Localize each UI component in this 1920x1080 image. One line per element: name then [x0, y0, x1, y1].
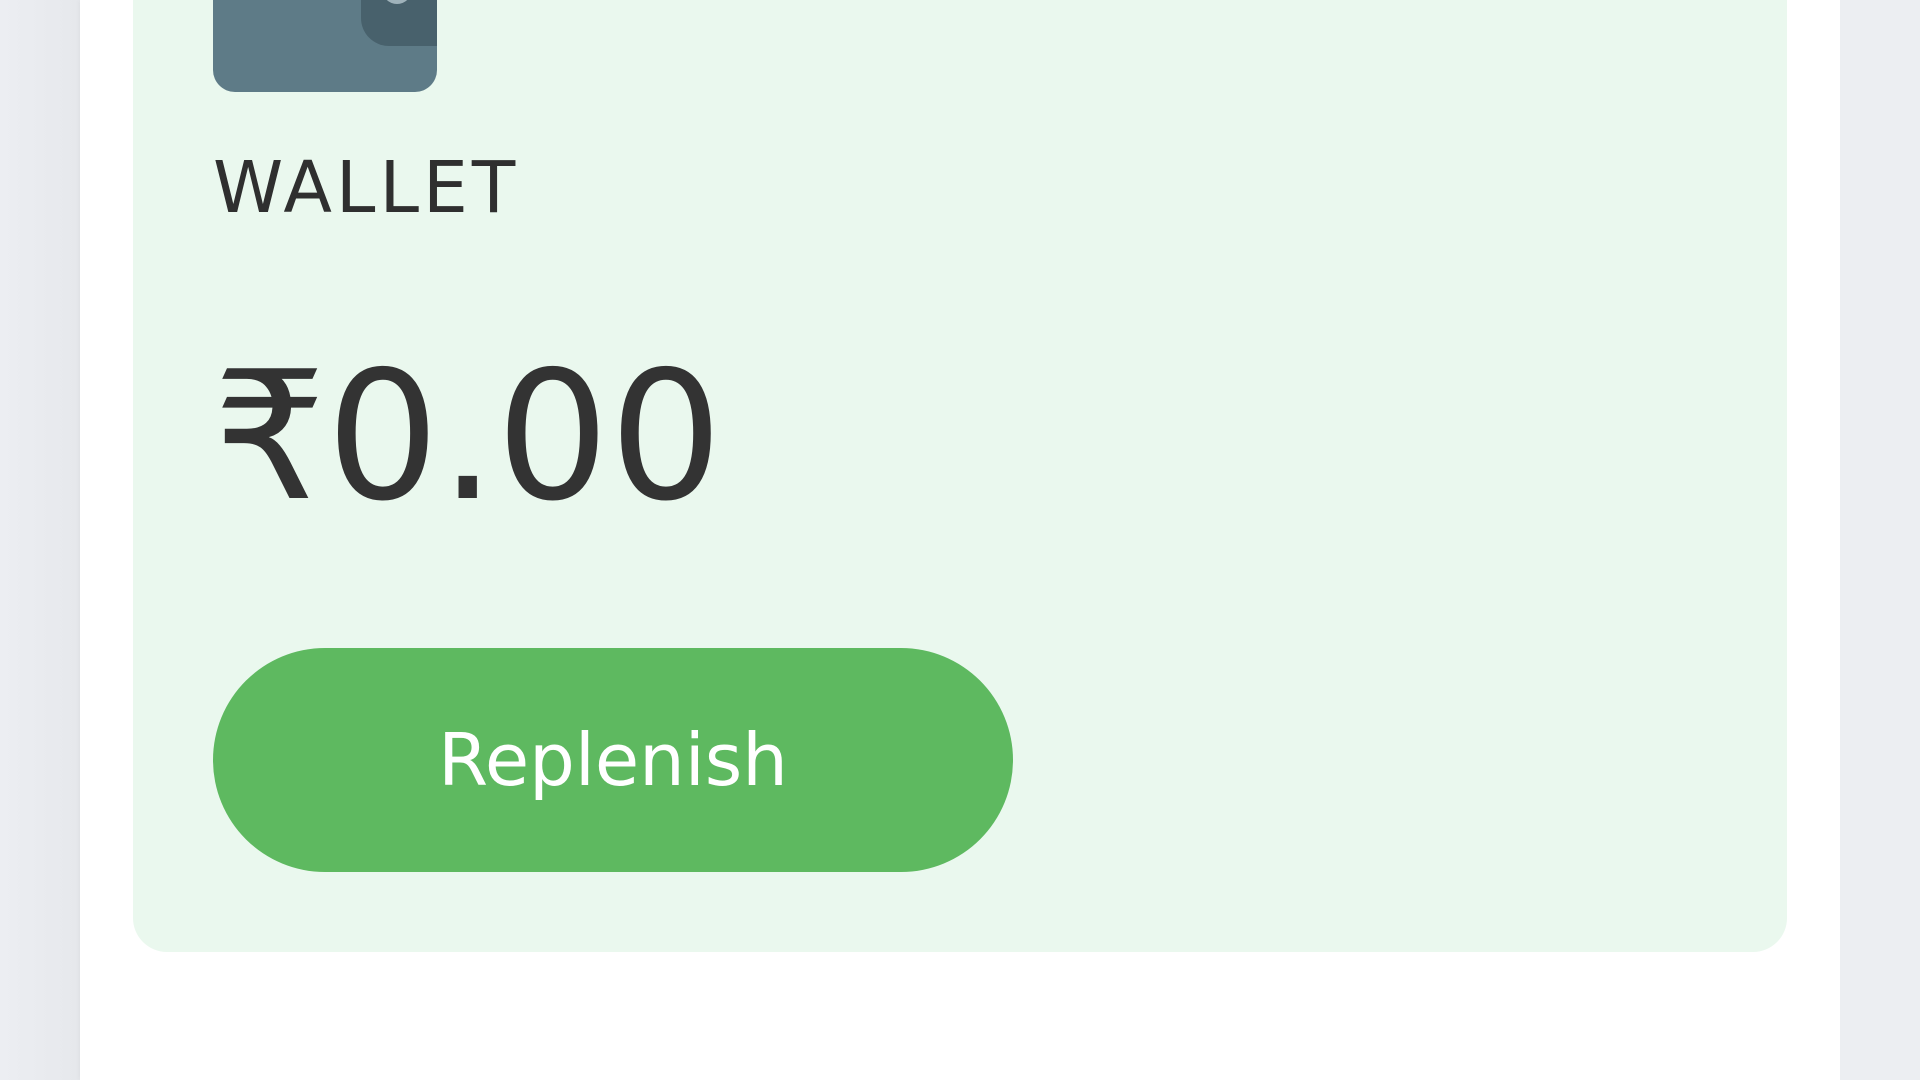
wallet-clasp [361, 0, 437, 46]
wallet-card: WALLET ₹0.00 Replenish [133, 0, 1787, 952]
wallet-balance: ₹0.00 [213, 333, 723, 540]
wallet-label: WALLET [213, 146, 520, 229]
page-background-right [1840, 0, 1920, 1080]
replenish-button[interactable]: Replenish [213, 648, 1013, 872]
page-background-left [0, 0, 80, 1080]
main-panel: WALLET ₹0.00 Replenish [80, 0, 1840, 1080]
wallet-icon [213, 0, 437, 92]
